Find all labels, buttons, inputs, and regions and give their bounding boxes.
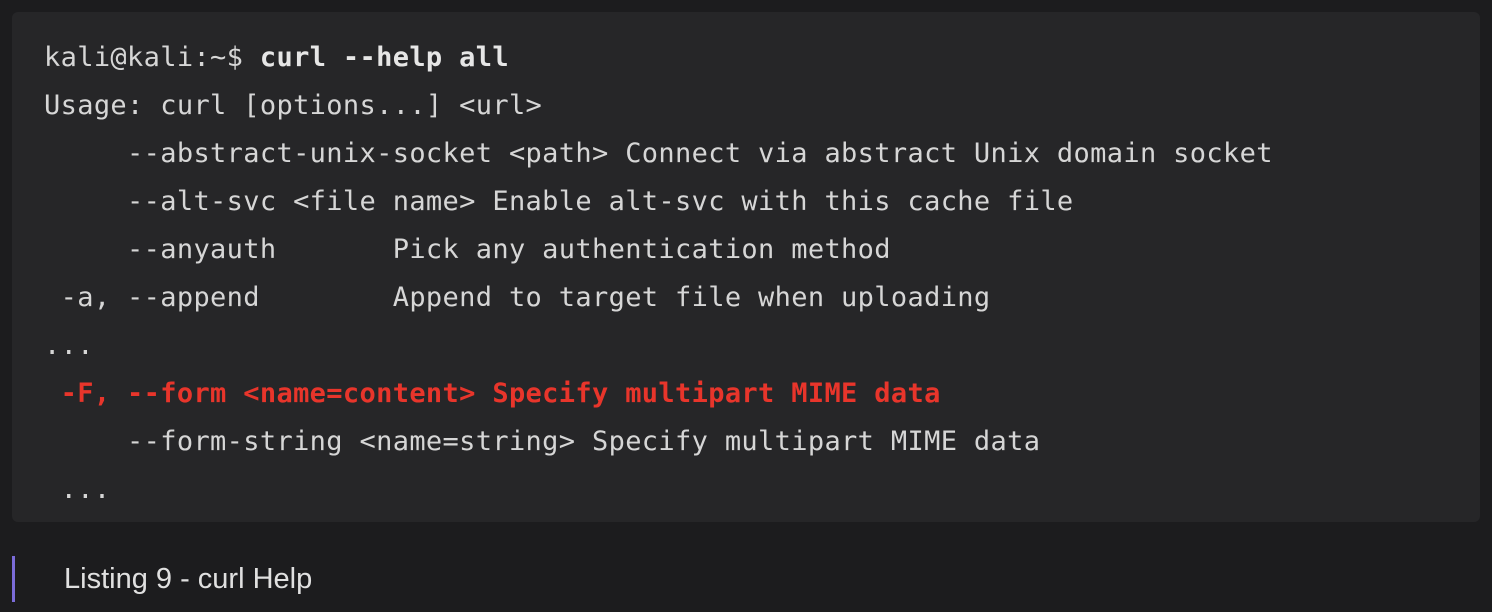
output-line-abstract-unix-socket: --abstract-unix-socket <path> Connect vi… [44,138,1273,169]
output-line-form-string: --form-string <name=string> Specify mult… [44,426,1041,457]
output-line-alt-svc: --alt-svc <file name> Enable alt-svc wit… [44,186,1074,217]
code-block: kali@kali:~$ curl --help all Usage: curl… [12,12,1480,522]
output-line-anyauth: --anyauth Pick any authentication method [44,234,891,265]
shell-command: curl --help all [259,42,509,73]
output-line-ellipsis: ... [44,330,94,361]
output-line-ellipsis-end: ... [44,474,111,505]
output-line-usage: Usage: curl [options...] <url> [44,90,543,121]
listing-caption: Listing 9 - curl Help [12,556,312,602]
output-line-append: -a, --append Append to target file when … [44,282,991,313]
command-line: kali@kali:~$ curl --help all [12,34,1480,82]
output-line-form-highlighted: -F, --form <name=content> Specify multip… [44,378,941,409]
caption-text: Listing 9 - curl Help [64,563,313,595]
shell-prompt: kali@kali:~$ [44,42,260,73]
